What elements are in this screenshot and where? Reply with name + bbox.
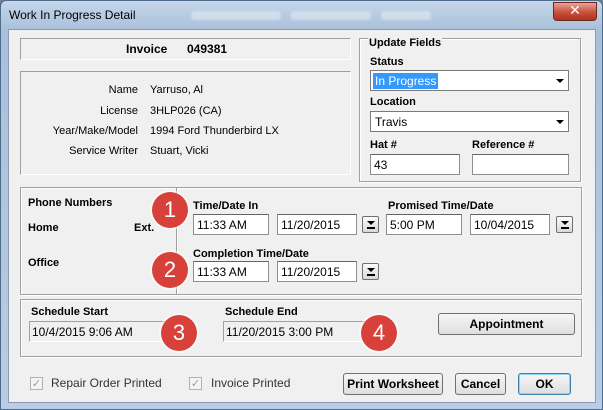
home-phone-label: Home	[28, 222, 59, 234]
completion-date-input[interactable]: 11/20/2015	[277, 261, 357, 282]
completion-date-picker-button[interactable]	[362, 263, 379, 280]
hat-label: Hat #	[370, 139, 397, 151]
name-label: Name	[108, 84, 138, 96]
promised-date-picker-button[interactable]	[556, 216, 573, 233]
window-title: Work In Progress Detail	[9, 8, 136, 22]
customer-info-box: Name Yarruso, Al License 3HLP026 (CA) Ye…	[20, 71, 351, 175]
time-in-input[interactable]: 11:33 AM	[193, 214, 269, 235]
ok-button[interactable]: OK	[518, 373, 571, 395]
callout-badge-3: 3	[161, 315, 197, 351]
repair-order-printed-label: Repair Order Printed	[51, 376, 162, 390]
chevron-down-icon	[556, 79, 564, 83]
update-fields-heading: Update Fields	[368, 37, 443, 49]
promised-time-date-label: Promised Time/Date	[388, 200, 494, 212]
promised-date-input[interactable]: 10/04/2015	[470, 214, 550, 235]
time-date-in-label: Time/Date In	[193, 200, 259, 212]
cancel-button[interactable]: Cancel	[455, 373, 506, 395]
ext-label: Ext.	[134, 222, 155, 234]
calendar-dropdown-icon	[367, 221, 375, 225]
year-make-model-label: Year/Make/Model	[52, 125, 138, 137]
status-selected-value: In Progress	[373, 73, 439, 89]
license-label: License	[100, 105, 138, 117]
title-bar-blur	[381, 11, 431, 20]
dialog-body: Invoice 049381 Name Yarruso, Al License …	[8, 29, 596, 403]
close-icon: ✕	[569, 3, 581, 19]
location-select[interactable]: Travis	[370, 111, 569, 132]
close-button[interactable]: ✕	[553, 2, 597, 21]
title-bar-blur	[191, 11, 281, 20]
status-select[interactable]: In Progress	[370, 70, 569, 91]
invoice-printed-label: Invoice Printed	[211, 376, 291, 390]
promised-time-input[interactable]: 5:00 PM	[386, 214, 462, 235]
invoice-number: 049381	[187, 42, 228, 56]
work-in-progress-dialog: Work In Progress Detail ✕ Invoice 049381…	[0, 0, 603, 410]
office-phone-label: Office	[28, 257, 60, 269]
phone-numbers-heading: Phone Numbers	[28, 197, 113, 209]
name-value: Yarruso, Al	[150, 84, 203, 96]
reference-label: Reference #	[472, 139, 535, 151]
completion-time-input[interactable]: 11:33 AM	[193, 261, 269, 282]
completion-time-date-label: Completion Time/Date	[193, 248, 309, 260]
calendar-dropdown-icon	[561, 221, 569, 225]
phone-and-times-group: Phone Numbers Home Ext. Office Time/Date…	[20, 187, 582, 295]
calendar-dropdown-icon-bar	[367, 274, 375, 276]
license-value: 3HLP026 (CA)	[150, 105, 222, 117]
date-in-picker-button[interactable]	[362, 216, 379, 233]
update-fields-group: Update Fields Status In Progress Locatio…	[359, 37, 581, 182]
invoice-printed-checkbox[interactable]: ✓	[189, 377, 202, 390]
schedule-start-label: Schedule Start	[31, 306, 109, 318]
calendar-dropdown-icon-bar	[561, 227, 569, 229]
check-icon: ✓	[31, 377, 42, 390]
location-label: Location	[370, 96, 416, 108]
reference-input[interactable]	[472, 154, 569, 175]
calendar-dropdown-icon-bar	[367, 227, 375, 229]
title-bar[interactable]: Work In Progress Detail ✕	[1, 1, 602, 31]
schedule-group: Schedule Start 10/4/2015 9:06 AM Schedul…	[20, 299, 582, 357]
check-icon: ✓	[190, 377, 201, 390]
service-writer-label: Service Writer	[69, 145, 138, 157]
invoice-label: Invoice	[126, 42, 168, 56]
print-worksheet-button[interactable]: Print Worksheet	[343, 373, 443, 395]
date-in-input[interactable]: 11/20/2015	[277, 214, 357, 235]
chevron-down-icon	[556, 120, 564, 124]
callout-badge-2: 2	[152, 252, 188, 288]
location-selected-value: Travis	[375, 115, 408, 129]
status-label: Status	[370, 56, 404, 68]
service-writer-value: Stuart, Vicki	[150, 145, 209, 157]
hat-input[interactable]: 43	[370, 154, 460, 175]
repair-order-printed-checkbox[interactable]: ✓	[30, 377, 43, 390]
title-bar-blur	[291, 11, 371, 20]
year-make-model-value: 1994 Ford Thunderbird LX	[150, 125, 279, 137]
schedule-end-label: Schedule End	[225, 306, 298, 318]
appointment-button[interactable]: Appointment	[438, 313, 575, 335]
callout-badge-4: 4	[361, 315, 397, 351]
invoice-box: Invoice 049381	[20, 38, 351, 60]
calendar-dropdown-icon	[367, 268, 375, 272]
callout-badge-1: 1	[152, 192, 188, 228]
